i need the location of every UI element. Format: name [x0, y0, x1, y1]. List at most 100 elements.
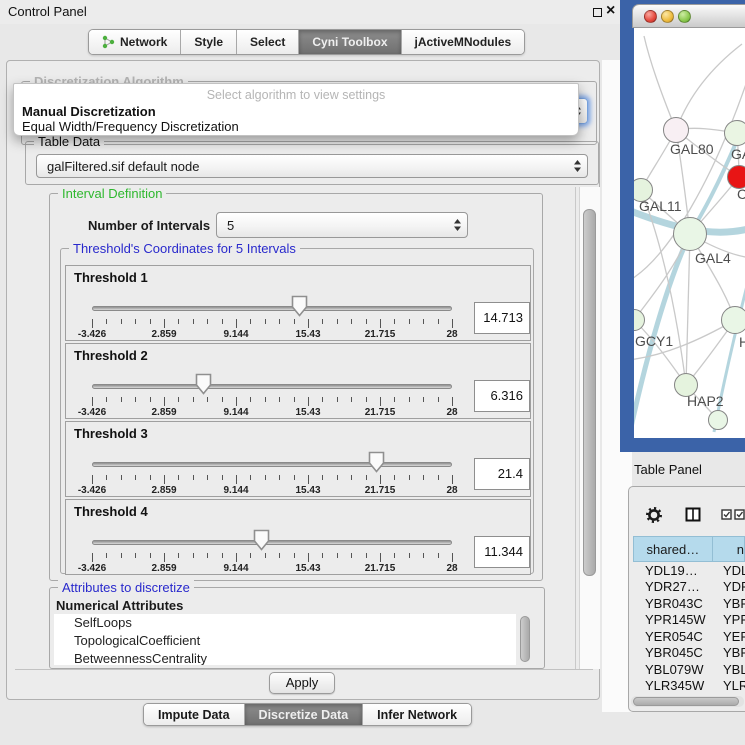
- tab-select[interactable]: Select: [236, 30, 298, 54]
- scale-label: 2.859: [151, 329, 176, 340]
- table-cell[interactable]: YBL0: [713, 662, 745, 677]
- list-item-betweennesscentrality[interactable]: BetweennessCentrality: [54, 650, 516, 665]
- panel-scrollbar[interactable]: [579, 187, 600, 669]
- network-node-gal80[interactable]: [663, 117, 689, 143]
- network-node-ga[interactable]: [724, 120, 745, 146]
- scale-label: 28: [446, 485, 457, 496]
- table-rows: YDL19…YDL1YDR27…YDR2YBR043CYBR0YPR145WYP…: [633, 562, 745, 695]
- attributes-legend: Attributes to discretize: [58, 580, 194, 595]
- tick-mark: [409, 319, 410, 324]
- column-header-name[interactable]: n: [713, 536, 745, 562]
- table-cell[interactable]: YPR145W: [633, 612, 713, 627]
- tab-impute-data[interactable]: Impute Data: [144, 704, 244, 725]
- table-cell[interactable]: YBR0: [713, 645, 745, 660]
- tab-cyni-toolbox[interactable]: Cyni Toolbox: [298, 30, 400, 54]
- tab-jactivemnodules[interactable]: jActiveMNodules: [401, 30, 525, 54]
- threshold-label: Threshold 2: [74, 348, 148, 363]
- tab-label: Network: [120, 35, 167, 49]
- network-window-titlebar[interactable]: [632, 4, 745, 28]
- mac-close-icon[interactable]: [644, 10, 657, 23]
- float-window-icon[interactable]: [593, 8, 602, 17]
- split-columns-icon[interactable]: [685, 507, 701, 522]
- slider-thumb[interactable]: [368, 451, 385, 473]
- threshold-box-threshold-3: Threshold 3-3.4262.8599.14415.4321.71528…: [65, 421, 531, 497]
- table-row[interactable]: YBR043CYBR0: [633, 595, 745, 612]
- table-cell[interactable]: YBR0: [713, 596, 745, 611]
- threshold-value-field[interactable]: 11.344: [474, 536, 530, 568]
- table-row[interactable]: YBL079WYBL0: [633, 661, 745, 678]
- table-row[interactable]: YPR145WYPR1: [633, 612, 745, 629]
- slider-track[interactable]: [92, 540, 452, 545]
- table-row[interactable]: YDL19…YDL1: [633, 562, 745, 579]
- threshold-slider[interactable]: -3.4262.8599.14415.4321.71528: [92, 450, 452, 496]
- table-cell[interactable]: YER054C: [633, 629, 713, 644]
- scale-label: 21.715: [365, 563, 396, 574]
- dropdown-option-manual-discretization[interactable]: Manual Discretization: [22, 104, 156, 119]
- threshold-slider[interactable]: -3.4262.8599.14415.4321.71528: [92, 294, 452, 340]
- scale-label: 21.715: [365, 485, 396, 496]
- close-icon[interactable]: ×: [606, 1, 615, 21]
- network-canvas[interactable]: GAL80GACGAL11GAL4GCY1HHAP2: [634, 28, 745, 438]
- panel-scrollbar-thumb[interactable]: [583, 209, 596, 576]
- slider-thumb[interactable]: [291, 295, 308, 317]
- tab-style[interactable]: Style: [180, 30, 236, 54]
- tab-discretize-data[interactable]: Discretize Data: [244, 704, 363, 725]
- slider-track[interactable]: [92, 384, 452, 389]
- table-cell[interactable]: YDL1: [713, 563, 745, 578]
- table-cell[interactable]: YLR345W: [633, 678, 713, 693]
- mac-minimize-icon[interactable]: [661, 10, 674, 23]
- table-row[interactable]: YLR345WYLR3: [633, 678, 745, 695]
- tick-mark: [308, 319, 309, 328]
- network-node-gal4[interactable]: [673, 217, 707, 251]
- table-cell[interactable]: YER0: [713, 629, 745, 644]
- number-of-intervals-select[interactable]: 5: [216, 212, 468, 238]
- slider-track[interactable]: [92, 462, 452, 467]
- table-hscrollbar-thumb[interactable]: [633, 697, 739, 706]
- column-header-shared[interactable]: shared…: [633, 536, 713, 562]
- tick-mark: [438, 397, 439, 402]
- mac-zoom-icon[interactable]: [678, 10, 691, 23]
- tab-infer-network[interactable]: Infer Network: [362, 704, 471, 725]
- list-item-selfloops[interactable]: SelfLoops: [54, 614, 516, 632]
- tick-mark: [121, 319, 122, 324]
- scale-label: -3.426: [78, 329, 106, 340]
- attributes-scrollbar-thumb[interactable]: [520, 616, 530, 662]
- table-cell[interactable]: YPR1: [713, 612, 745, 627]
- table-row[interactable]: YER054CYER0: [633, 628, 745, 645]
- threshold-value-field[interactable]: 14.713: [474, 302, 530, 334]
- table-hscrollbar[interactable]: [631, 696, 744, 707]
- dropdown-option-equal-width-frequency[interactable]: Equal Width/Frequency Discretization: [22, 119, 239, 134]
- table-row[interactable]: YBR045CYBR0: [633, 645, 745, 662]
- table-cell[interactable]: YBR043C: [633, 596, 713, 611]
- table-data-select[interactable]: galFiltered.sif default node: [36, 154, 588, 178]
- table-cell[interactable]: YDL19…: [633, 563, 713, 578]
- tick-mark: [92, 475, 93, 484]
- threshold-slider[interactable]: -3.4262.8599.14415.4321.71528: [92, 528, 452, 574]
- table-row[interactable]: YDR27…YDR2: [633, 579, 745, 596]
- list-item-topologicalcoefficient[interactable]: TopologicalCoefficient: [54, 632, 516, 650]
- table-row[interactable]: YIL052CYIL0: [633, 694, 745, 695]
- checkbox-icon[interactable]: [734, 509, 745, 520]
- table-cell[interactable]: YDR27…: [633, 579, 713, 594]
- tick-mark: [121, 475, 122, 480]
- threshold-value-field[interactable]: 6.316: [474, 380, 530, 412]
- network-node-h[interactable]: [721, 306, 745, 334]
- gear-icon[interactable]: [646, 507, 662, 523]
- table-cell[interactable]: YLR3: [713, 678, 745, 693]
- slider-thumb[interactable]: [253, 529, 270, 551]
- threshold-value-field[interactable]: 21.4: [474, 458, 530, 490]
- threshold-slider[interactable]: -3.4262.8599.14415.4321.71528: [92, 372, 452, 418]
- tick-mark: [193, 553, 194, 558]
- tick-mark: [150, 397, 151, 402]
- table-cell[interactable]: YBR045C: [633, 645, 713, 660]
- tab-network[interactable]: Network: [89, 30, 180, 54]
- slider-track[interactable]: [92, 306, 452, 311]
- apply-button[interactable]: Apply: [269, 672, 335, 694]
- checkbox-icon[interactable]: [721, 509, 732, 520]
- slider-thumb[interactable]: [195, 373, 212, 395]
- tab-label: jActiveMNodules: [415, 35, 512, 49]
- tick-mark: [222, 475, 223, 480]
- network-node[interactable]: [708, 410, 728, 430]
- table-cell[interactable]: YDR2: [713, 579, 745, 594]
- table-cell[interactable]: YBL079W: [633, 662, 713, 677]
